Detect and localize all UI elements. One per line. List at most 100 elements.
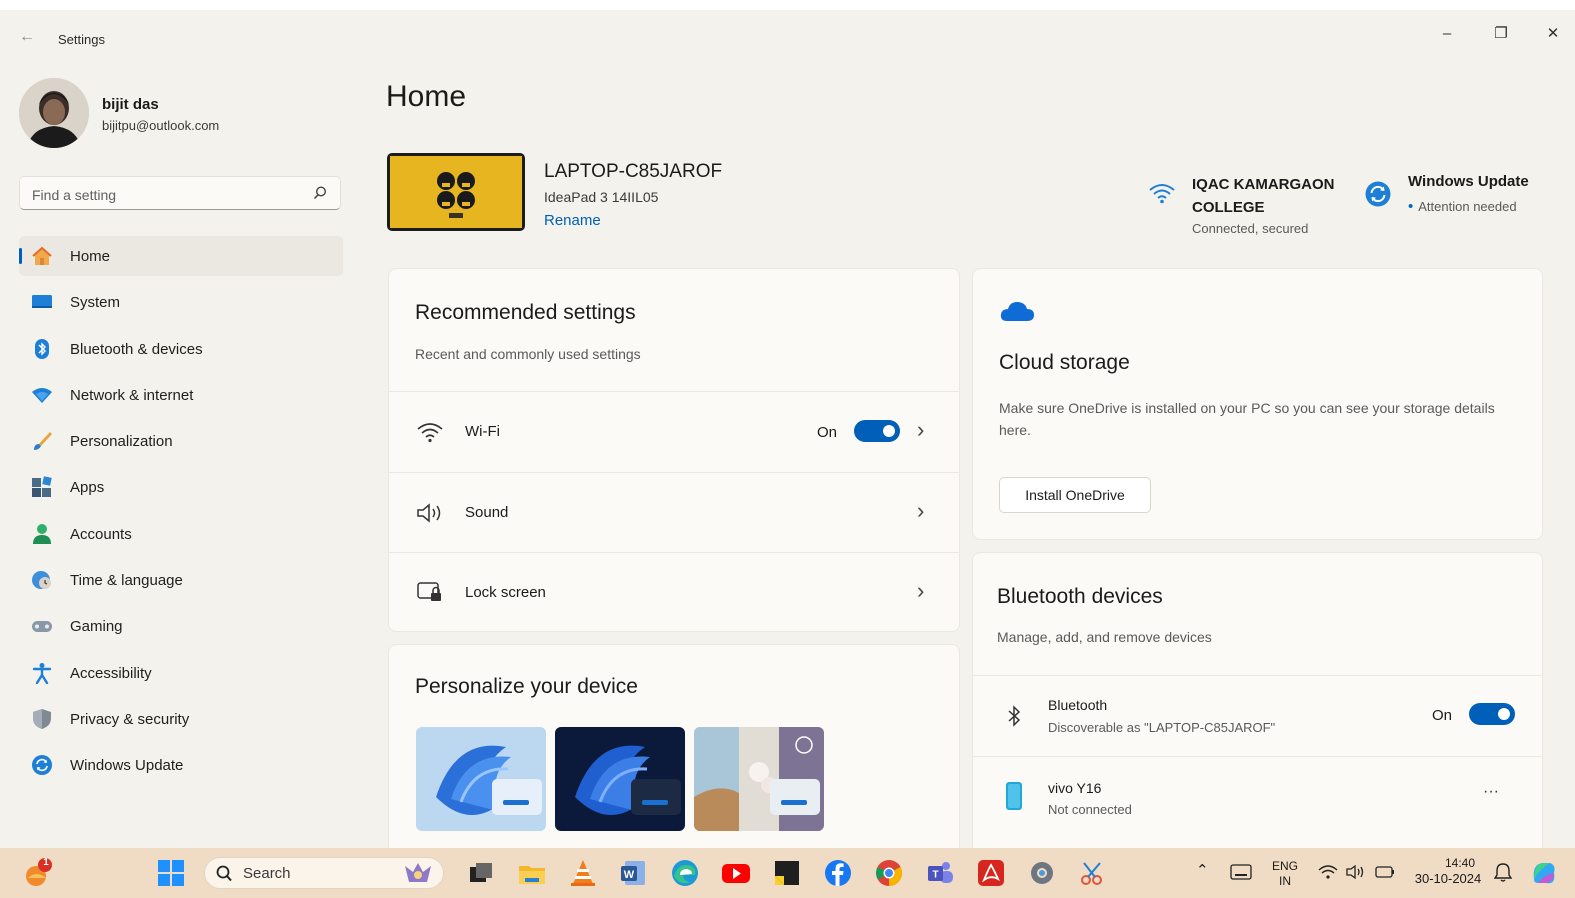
bluetooth-toggle-state: On xyxy=(1432,707,1453,724)
sidebar-item-system[interactable]: System xyxy=(19,282,343,322)
sound-row[interactable]: Sound › xyxy=(389,473,959,552)
sidebar-item-label: System xyxy=(70,294,121,312)
bluetooth-discoverable-text: Discoverable as "LAPTOP-C85JAROF" xyxy=(1048,720,1276,735)
bluetooth-label: Bluetooth xyxy=(1048,697,1108,713)
youtube-icon[interactable] xyxy=(721,858,751,888)
close-button[interactable]: ✕ xyxy=(1530,20,1575,48)
more-options-icon[interactable]: ··· xyxy=(1483,783,1499,801)
task-view-icon[interactable] xyxy=(466,858,496,888)
bluetooth-row[interactable]: Bluetooth Discoverable as "LAPTOP-C85JAR… xyxy=(973,676,1542,756)
search-highlight-icon xyxy=(405,863,431,882)
search-input[interactable] xyxy=(30,184,304,206)
battery-tray-icon[interactable] xyxy=(1374,864,1396,880)
apps-icon xyxy=(32,476,52,498)
chevron-right-icon[interactable]: › xyxy=(917,500,924,522)
sidebar-item-accounts[interactable]: Accounts xyxy=(19,514,343,554)
device-name: vivo Y16 xyxy=(1048,780,1102,796)
language-indicator[interactable]: ENG IN xyxy=(1268,859,1302,889)
accessibility-icon xyxy=(32,662,52,684)
sidebar-item-accessibility[interactable]: Accessibility xyxy=(19,653,343,693)
wallpaper-light-theme[interactable] xyxy=(416,727,546,831)
device-wallpaper-thumbnail xyxy=(387,153,525,231)
network-name[interactable]: IQAC KAMARGAON COLLEGE xyxy=(1192,173,1352,219)
sidebar-item-label: Windows Update xyxy=(70,757,184,775)
wifi-toggle-state: On xyxy=(817,424,838,441)
sidebar-nav: Home System Bluetooth & devices Network … xyxy=(19,236,343,792)
bluetooth-devices-subtitle: Manage, add, and remove devices xyxy=(997,629,1212,645)
bluetooth-toggle[interactable] xyxy=(1469,703,1515,725)
row-label: Wi-Fi xyxy=(465,423,500,440)
search-icon[interactable] xyxy=(312,185,328,201)
wallpaper-dark-theme[interactable] xyxy=(555,727,685,831)
sidebar-item-time-language[interactable]: Time & language xyxy=(19,560,343,600)
wifi-icon[interactable] xyxy=(1148,182,1176,204)
snipping-tool-icon[interactable] xyxy=(1078,858,1108,888)
wallpaper-spotlight-theme[interactable] xyxy=(694,727,824,831)
windows-update-icon[interactable] xyxy=(1364,180,1392,208)
settings-window: ← Settings – ❐ ✕ bijit das bijitpu@outlo… xyxy=(0,10,1575,858)
vlc-icon[interactable] xyxy=(568,858,598,888)
acrobat-icon[interactable] xyxy=(976,858,1006,888)
sidebar-item-network[interactable]: Network & internet xyxy=(19,375,343,415)
keyboard-icon[interactable] xyxy=(1230,864,1252,880)
find-setting-search[interactable] xyxy=(19,176,341,210)
minimize-button[interactable]: – xyxy=(1424,20,1470,48)
volume-tray-icon[interactable] xyxy=(1346,864,1366,880)
clock-date: 30-10-2024 xyxy=(1414,871,1482,886)
cloud-storage-card: Cloud storage Make sure OneDrive is inst… xyxy=(972,268,1543,540)
sidebar-item-label: Bluetooth & devices xyxy=(70,340,203,358)
chevron-right-icon[interactable]: › xyxy=(917,580,924,602)
app-title: Settings xyxy=(58,32,105,47)
cloud-icon xyxy=(1000,302,1034,321)
notification-bell-icon[interactable] xyxy=(1494,862,1512,882)
sidebar-item-personalization[interactable]: Personalization xyxy=(19,421,343,461)
windows-update-title[interactable]: Windows Update xyxy=(1408,173,1529,190)
device-row-vivo[interactable]: vivo Y16 Not connected ··· xyxy=(973,757,1542,837)
settings-gear-icon[interactable] xyxy=(1027,858,1057,888)
update-icon xyxy=(32,755,52,776)
recommended-settings-card: Recommended settings Recent and commonly… xyxy=(388,268,960,632)
brush-icon xyxy=(34,432,52,451)
taskbar-search[interactable]: Search xyxy=(204,857,444,889)
wifi-icon xyxy=(417,423,443,443)
word-icon[interactable]: W xyxy=(619,858,649,888)
gamepad-icon xyxy=(32,621,52,633)
svg-text:W: W xyxy=(624,869,635,881)
copilot-icon[interactable] xyxy=(1530,859,1558,887)
sidebar-item-windows-update[interactable]: Windows Update xyxy=(19,745,343,785)
edge-browser-icon[interactable] xyxy=(670,858,700,888)
lock-screen-row[interactable]: Lock screen › xyxy=(389,553,959,631)
sidebar-item-label: Home xyxy=(70,248,111,265)
sidebar-item-bluetooth[interactable]: Bluetooth & devices xyxy=(19,329,343,369)
row-label: Lock screen xyxy=(465,584,546,601)
teams-icon[interactable]: T xyxy=(925,858,955,888)
sidebar-item-label: Personalization xyxy=(70,433,173,451)
install-onedrive-button[interactable]: Install OneDrive xyxy=(999,477,1151,513)
sidebar-item-gaming[interactable]: Gaming xyxy=(19,606,343,646)
clock[interactable]: 14:40 30-10-2024 xyxy=(1408,856,1488,886)
windows-update-status: • Attention needed xyxy=(1408,198,1517,215)
sticky-notes-icon[interactable] xyxy=(772,858,802,888)
clock-time: 14:40 xyxy=(1444,856,1476,870)
chrome-icon[interactable] xyxy=(874,858,904,888)
file-explorer-icon[interactable] xyxy=(517,858,547,888)
sidebar-item-apps[interactable]: Apps xyxy=(19,467,343,507)
region-code: IN xyxy=(1279,874,1291,888)
sidebar-item-home[interactable]: Home xyxy=(19,236,343,276)
maximize-button[interactable]: ❐ xyxy=(1478,20,1524,48)
facebook-icon[interactable] xyxy=(823,858,853,888)
chevron-right-icon[interactable]: › xyxy=(917,419,924,441)
rename-link[interactable]: Rename xyxy=(544,212,601,229)
widgets-weather-icon[interactable]: 1 xyxy=(24,856,52,886)
wifi-tray-icon[interactable] xyxy=(1318,864,1338,880)
bluetooth-icon xyxy=(35,338,49,359)
chevron-up-icon[interactable]: ⌃ xyxy=(1196,863,1209,878)
wifi-toggle[interactable] xyxy=(854,420,900,442)
sidebar-item-privacy-security[interactable]: Privacy & security xyxy=(19,699,343,739)
account-icon xyxy=(33,523,51,544)
device-name: LAPTOP-C85JAROF xyxy=(544,161,723,182)
back-arrow-icon[interactable]: ← xyxy=(16,28,38,46)
start-windows-icon[interactable] xyxy=(156,858,186,888)
wifi-row[interactable]: Wi-Fi On › xyxy=(389,392,959,472)
avatar[interactable] xyxy=(19,78,89,148)
